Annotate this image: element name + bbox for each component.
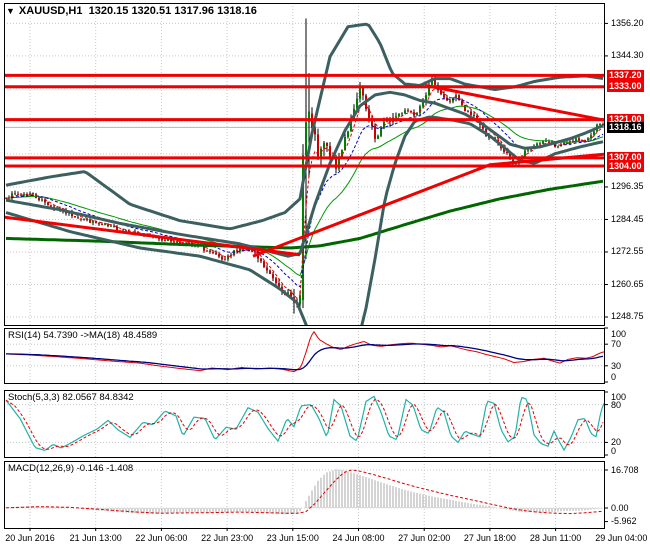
- time-axis-label: 27 Jun 02:00: [398, 533, 451, 543]
- symbol-dropdown-icon[interactable]: ▼: [6, 6, 15, 16]
- price-axis-label: 1284.45: [611, 213, 644, 224]
- macd-indicator-label: MACD(12,26,9) -0.146 -1.408: [8, 463, 134, 474]
- symbol-timeframe-label: XAUUSD,H1: [18, 5, 83, 17]
- price-level-badge: 1337.20: [607, 69, 644, 81]
- time-axis-label: 28 Jun 11:00: [529, 533, 582, 543]
- time-axis-label: 29 Jun 04:00: [595, 533, 648, 543]
- trading-chart-window: ▼ XAUUSD,H1 1320.15 1320.51 1317.96 1318.…: [0, 0, 650, 550]
- chart-header: ▼ XAUUSD,H1 1320.15 1320.51 1317.96 1318.…: [6, 5, 257, 17]
- rsi-axis-label: 0: [611, 372, 617, 382]
- time-axis-label: 24 Jun 08:00: [332, 533, 385, 543]
- price-level-badge: 1304.00: [607, 160, 644, 172]
- time-axis-label: 22 Jun 23:00: [201, 533, 254, 543]
- price-axis-label: 1272.55: [611, 246, 644, 257]
- ohlc-values: 1320.15 1320.51 1317.96 1318.16: [88, 5, 257, 17]
- macd-axis-label: 0.00: [611, 502, 629, 513]
- rsi-axis-label: 100: [611, 329, 627, 339]
- price-axis-label: 1356.20: [611, 17, 644, 28]
- time-axis-label: 21 Jun 13:00: [69, 533, 122, 543]
- rsi-indicator-label: RSI(14) 54.7390 ->MA(18) 48.4589: [8, 330, 158, 341]
- price-axis-label: 1296.35: [611, 181, 644, 192]
- price-level-badge: 1333.00: [607, 81, 644, 93]
- price-axis-label: 1344.30: [611, 50, 644, 61]
- time-axis-label: 20 Jun 2016: [5, 533, 55, 543]
- price-axis-label: 1260.65: [611, 278, 644, 289]
- stoch-indicator-label: Stoch(5,3,3) 82.0567 84.8342: [8, 392, 134, 403]
- stoch-axis-label: 80: [611, 399, 622, 410]
- time-axis-label: 27 Jun 18:00: [463, 533, 516, 543]
- price-pane-content: [4, 18, 604, 325]
- price-axis-label: 1248.75: [611, 311, 644, 322]
- rsi-axis-label: 30: [611, 360, 622, 371]
- pane-border-0: [4, 3, 605, 326]
- ma-green-line: [6, 105, 604, 277]
- time-axis-label: 22 Jun 06:00: [135, 533, 188, 543]
- macd-axis-label: -5.962: [611, 516, 637, 527]
- time-axis-label: 23 Jun 15:00: [266, 533, 319, 543]
- current-price-badge: 1318.16: [607, 121, 644, 133]
- rsi-axis-label: 70: [611, 339, 622, 350]
- macd-axis-label: 16.708: [611, 464, 639, 475]
- trend-line-3: [424, 83, 604, 122]
- stoch-axis-label: 0: [611, 446, 617, 456]
